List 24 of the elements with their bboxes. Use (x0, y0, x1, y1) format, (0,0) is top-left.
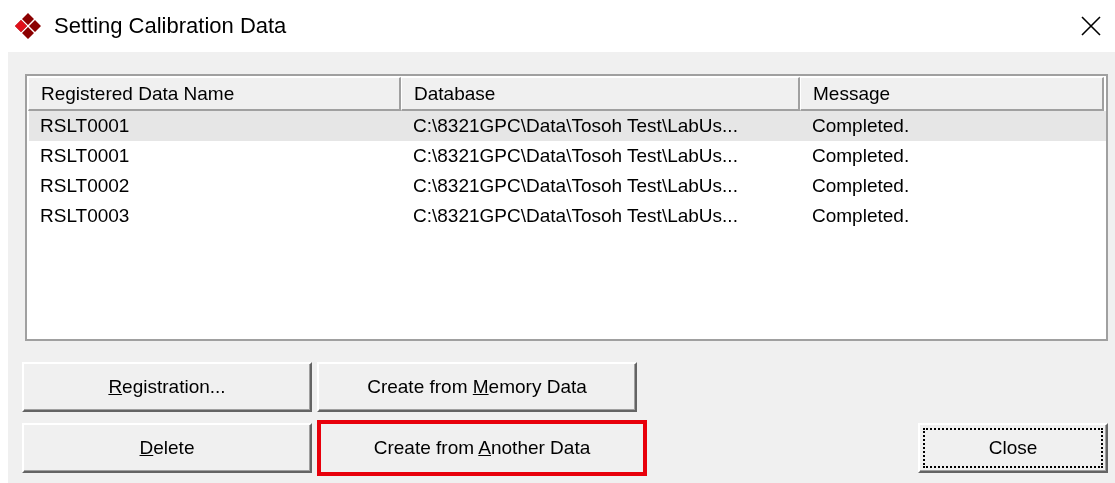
dialog-button[interactable]: Create from Another Data (317, 420, 647, 476)
column-header[interactable]: Database (401, 77, 800, 111)
table-cell-text: C:\8321GPC\Data\Tosoh Test\LabUs... (412, 144, 739, 168)
list-row[interactable]: RSLT0001 C:\8321GPC\Data\Tosoh Test\LabUs... Completed. (29, 111, 1106, 141)
table-cell-text: RSLT0001 (39, 114, 131, 138)
close-button[interactable]: Close (918, 423, 1108, 473)
column-header[interactable]: Message (800, 77, 1104, 111)
table-cell-text: Completed. (811, 174, 911, 198)
close-icon[interactable] (1079, 14, 1103, 38)
table-cell-text: RSLT0001 (39, 144, 131, 168)
table-cell-text: C:\8321GPC\Data\Tosoh Test\LabUs... (412, 174, 739, 198)
table-cell-text: Completed. (811, 144, 911, 168)
table-cell-text: RSLT0002 (39, 174, 131, 198)
window-title: Setting Calibration Data (54, 13, 288, 39)
column-header[interactable]: Registered Data Name (28, 77, 401, 111)
dialog-button[interactable]: Delete (22, 423, 312, 473)
dialog-button[interactable]: Registration... (22, 362, 312, 412)
diamond-logo-icon (14, 12, 42, 40)
table-cell-text: Completed. (811, 204, 911, 228)
dialog-button[interactable]: Create from Memory Data (317, 362, 637, 412)
table-cell-text: C:\8321GPC\Data\Tosoh Test\LabUs... (412, 114, 739, 138)
table-cell-text: Completed. (811, 114, 911, 138)
table-cell-text: C:\8321GPC\Data\Tosoh Test\LabUs... (412, 204, 739, 228)
table-cell-text: RSLT0003 (39, 204, 131, 228)
